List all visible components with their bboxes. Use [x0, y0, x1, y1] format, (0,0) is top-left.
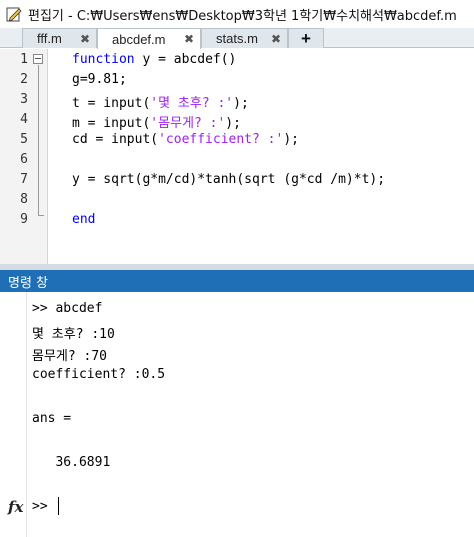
code-line: t = input('몇 초후? :'); — [72, 92, 249, 111]
line-number: 5 — [20, 132, 28, 147]
editor-tab-bar: fff.m ✖ abcdef.m ✖ stats.m ✖ + — [0, 28, 474, 49]
command-output-line: 몸무게? :70 — [32, 349, 108, 364]
window-title: 편집기 - C:₩Users₩ens₩Desktop₩3학년 1학기₩수치해석₩… — [28, 8, 457, 24]
code-text: t = input( — [72, 96, 151, 111]
line-number: 7 — [20, 172, 28, 187]
code-text: ); — [283, 132, 299, 147]
command-output-line: coefficient? :0.5 — [32, 367, 166, 382]
code-line: g=9.81; — [72, 72, 127, 87]
close-icon[interactable]: ✖ — [271, 32, 281, 46]
command-output-line: ans = — [32, 411, 72, 426]
line-number: 1 — [20, 52, 28, 67]
close-icon[interactable]: ✖ — [80, 32, 90, 46]
close-icon[interactable]: ✖ — [184, 32, 194, 46]
tab-fff[interactable]: fff.m ✖ — [22, 28, 97, 48]
text-cursor — [58, 497, 59, 515]
command-output-line: 36.6891 — [32, 455, 111, 470]
code-line: function y = abcdef() — [72, 52, 236, 67]
command-window-header: 명령 창 — [0, 270, 474, 292]
keyword: end — [72, 212, 96, 227]
tab-label: stats.m — [216, 31, 258, 46]
fold-guide — [38, 65, 39, 215]
line-number: 6 — [20, 152, 28, 167]
editor-icon — [6, 7, 22, 22]
fold-collapse-icon[interactable] — [33, 54, 43, 64]
line-number: 3 — [20, 92, 28, 107]
command-prompt[interactable]: >> — [32, 499, 48, 514]
code-line: cd = input('coefficient? :'); — [72, 132, 299, 147]
code-text: cd = input( — [72, 132, 159, 147]
code-text: m = input( — [72, 116, 151, 131]
title-bar: 편집기 - C:₩Users₩ens₩Desktop₩3학년 1학기₩수치해석₩… — [0, 0, 474, 28]
code-line: y = sqrt(g*m/cd)*tanh(sqrt (g*cd /m)*t); — [72, 172, 386, 187]
keyword: function — [72, 52, 135, 67]
string-literal: '몸무게? :' — [150, 116, 226, 131]
fold-guide-end — [38, 215, 44, 216]
code-text: ); — [225, 116, 241, 131]
code-line: end — [72, 212, 95, 227]
line-number: 8 — [20, 192, 28, 207]
string-literal: 'coefficient? :' — [158, 132, 284, 147]
tab-abcdef[interactable]: abcdef.m ✖ — [97, 28, 201, 49]
line-number: 4 — [20, 112, 28, 127]
code-editor[interactable]: 1 2 3 4 5 6 7 8 9 function y = abcdef() … — [0, 49, 474, 264]
code-line: m = input('몸무게? :'); — [72, 112, 241, 131]
tab-label: fff.m — [37, 31, 62, 46]
string-literal: '몇 초후? :' — [150, 96, 234, 111]
line-number-gutter: 1 2 3 4 5 6 7 8 9 — [0, 49, 48, 264]
function-browser-icon[interactable]: fx — [8, 498, 23, 516]
tab-label: abcdef.m — [112, 31, 166, 47]
command-output-line: 몇 초후? :10 — [32, 327, 115, 342]
command-window[interactable]: >> abcdef 몇 초후? :10 몸무게? :70 coefficient… — [0, 292, 474, 537]
code-text: y = abcdef() — [134, 52, 237, 67]
line-number: 9 — [20, 212, 28, 227]
tab-stats[interactable]: stats.m ✖ — [201, 28, 288, 48]
add-tab-button[interactable]: + — [288, 28, 324, 48]
code-text: ); — [233, 96, 249, 111]
command-output-line: >> abcdef — [32, 301, 103, 316]
line-number: 2 — [20, 72, 28, 87]
